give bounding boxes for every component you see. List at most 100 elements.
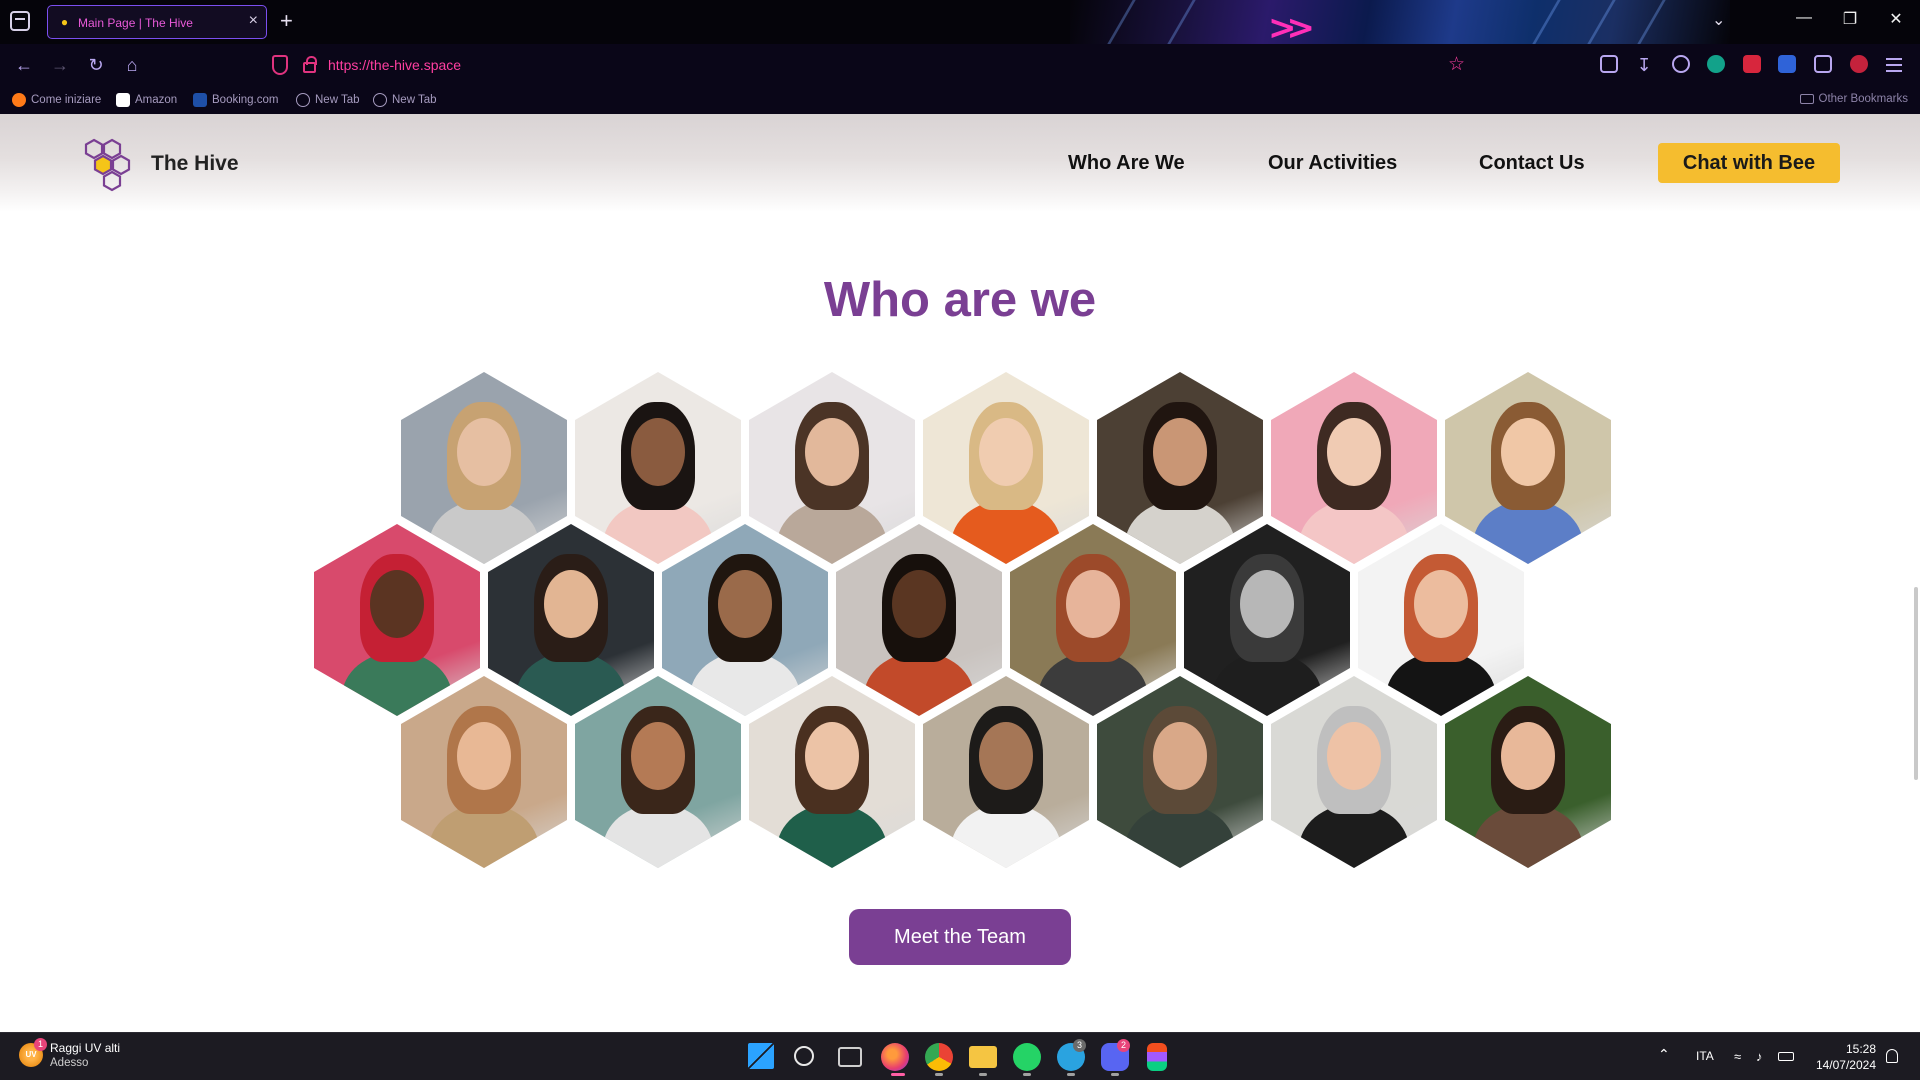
bookmarks-toolbar: Come iniziare Amazon Booking.com New Tab… [0, 86, 1920, 114]
team-member-photo [1010, 524, 1176, 716]
minimize-icon[interactable]: — [1792, 9, 1816, 27]
show-hidden-icons-chevron-icon[interactable]: ⌃ [1658, 1046, 1670, 1063]
portrait-face [1501, 722, 1555, 790]
portrait-face [457, 418, 511, 486]
back-arrow-icon[interactable]: ← [12, 54, 36, 76]
portrait-face [544, 570, 598, 638]
clock-date[interactable]: 14/07/2024 [1804, 1058, 1876, 1072]
team-member-photo [1445, 372, 1611, 564]
new-tab-plus-icon[interactable]: + [280, 8, 293, 34]
forward-arrow-icon[interactable]: → [48, 54, 72, 76]
bookmark-come-iniziare[interactable]: Come iniziare [12, 92, 101, 108]
downloads-icon[interactable]: ↧ [1632, 54, 1656, 76]
team-member-photo [575, 372, 741, 564]
reload-icon[interactable]: ↻ [84, 54, 108, 76]
app-menu-icon[interactable] [1886, 58, 1902, 72]
firefox-icon [12, 93, 26, 107]
language-indicator[interactable]: ITA [1696, 1049, 1714, 1063]
pocket-icon[interactable] [1600, 55, 1618, 73]
team-member-photo [1097, 676, 1263, 868]
weather-title[interactable]: Raggi UV alti [50, 1041, 120, 1055]
team-member-photo [1184, 524, 1350, 716]
team-member-photo [1271, 372, 1437, 564]
portrait-face [805, 722, 859, 790]
team-member-photo [923, 372, 1089, 564]
clock-time[interactable]: 15:28 [1814, 1042, 1876, 1056]
navigation-toolbar: ← → ↻ ⌂ https://the-hive.space ☆ ↧ [0, 44, 1920, 86]
ublock-icon[interactable] [1850, 55, 1868, 73]
page-scrollbar[interactable] [1914, 587, 1918, 780]
lock-icon[interactable] [303, 56, 317, 73]
team-member-photo [488, 524, 654, 716]
folder-icon [1799, 94, 1814, 104]
account-icon[interactable] [1672, 55, 1690, 73]
portrait-face [457, 722, 511, 790]
restore-icon[interactable]: ❐ [1838, 9, 1862, 29]
task-view-icon[interactable] [838, 1047, 862, 1067]
bookmark-star-icon[interactable]: ☆ [1448, 53, 1465, 76]
running-indicator [1067, 1073, 1075, 1076]
meet-the-team-button[interactable]: Meet the Team [849, 909, 1071, 965]
wifi-icon[interactable]: ≈ [1734, 1049, 1741, 1064]
portrait-face [1240, 570, 1294, 638]
running-indicator [1111, 1073, 1119, 1076]
chrome-icon[interactable] [925, 1043, 953, 1071]
running-indicator [979, 1073, 987, 1076]
close-window-icon[interactable]: ✕ [1884, 9, 1908, 29]
other-bookmarks-label: Other Bookmarks [1818, 93, 1908, 105]
tab-bar: >> ● Main Page | The Hive × + ⌄ — ❐ ✕ [0, 0, 1920, 44]
team-member-photo [1271, 676, 1437, 868]
team-member-photo [401, 676, 567, 868]
team-photo-grid [0, 114, 1920, 1032]
windows-taskbar: UV 1 Raggi UV alti Adesso 3 2 ⌃ ITA ≈ ♪ … [0, 1032, 1920, 1080]
address-bar[interactable]: https://the-hive.space [328, 57, 461, 73]
team-member-photo [923, 676, 1089, 868]
portrait-face [805, 418, 859, 486]
close-tab-icon[interactable]: × [249, 12, 258, 30]
extensions-puzzle-icon[interactable] [1814, 55, 1832, 73]
tab-main-page[interactable]: ● Main Page | The Hive × [47, 5, 267, 39]
bookmark-label: Amazon [135, 94, 178, 106]
search-icon[interactable] [794, 1046, 814, 1066]
portrait-face [1153, 722, 1207, 790]
team-member-photo [314, 524, 480, 716]
portrait-face [1327, 418, 1381, 486]
team-member-photo [662, 524, 828, 716]
bookmark-new-tab[interactable]: New Tab [373, 92, 437, 108]
extension-a-icon[interactable] [1707, 55, 1725, 73]
tab-overview-icon[interactable] [10, 11, 30, 31]
extension-red-icon[interactable] [1743, 55, 1761, 73]
weather-badge: 1 [34, 1038, 47, 1051]
bookmark-label: Booking.com [212, 94, 279, 106]
amazon-icon [116, 93, 130, 107]
figma-icon[interactable] [1147, 1043, 1167, 1071]
team-member-photo [1097, 372, 1263, 564]
portrait-face [631, 418, 685, 486]
tracking-shield-icon[interactable] [272, 55, 288, 75]
extension-blue-icon[interactable] [1778, 55, 1796, 73]
file-explorer-icon[interactable] [969, 1046, 997, 1068]
windows-start-icon[interactable] [748, 1043, 774, 1069]
battery-icon[interactable] [1778, 1052, 1794, 1061]
bookmark-label: Come iniziare [31, 94, 102, 106]
portrait-face [718, 570, 772, 638]
volume-icon[interactable]: ♪ [1756, 1049, 1763, 1064]
bookmark-amazon[interactable]: Amazon [116, 92, 177, 108]
bookmark-booking[interactable]: Booking.com [193, 92, 278, 108]
other-bookmarks[interactable]: Other Bookmarks [1799, 93, 1908, 105]
portrait-face [892, 570, 946, 638]
bookmark-new-tab[interactable]: New Tab [296, 92, 360, 108]
running-indicator [935, 1073, 943, 1076]
bookmark-label: New Tab [392, 94, 437, 106]
notification-bell-icon[interactable] [1886, 1049, 1898, 1063]
portrait-face [1153, 418, 1207, 486]
firefox-taskbar-icon[interactable] [881, 1043, 909, 1071]
theme-chevron-graphic: >> [1268, 8, 1315, 44]
home-icon[interactable]: ⌂ [120, 54, 144, 76]
portrait-face [979, 418, 1033, 486]
list-all-tabs-chevron-icon[interactable]: ⌄ [1712, 10, 1725, 30]
team-member-photo [401, 372, 567, 564]
whatsapp-icon[interactable] [1013, 1043, 1041, 1071]
portrait-face [631, 722, 685, 790]
globe-icon [373, 93, 387, 107]
